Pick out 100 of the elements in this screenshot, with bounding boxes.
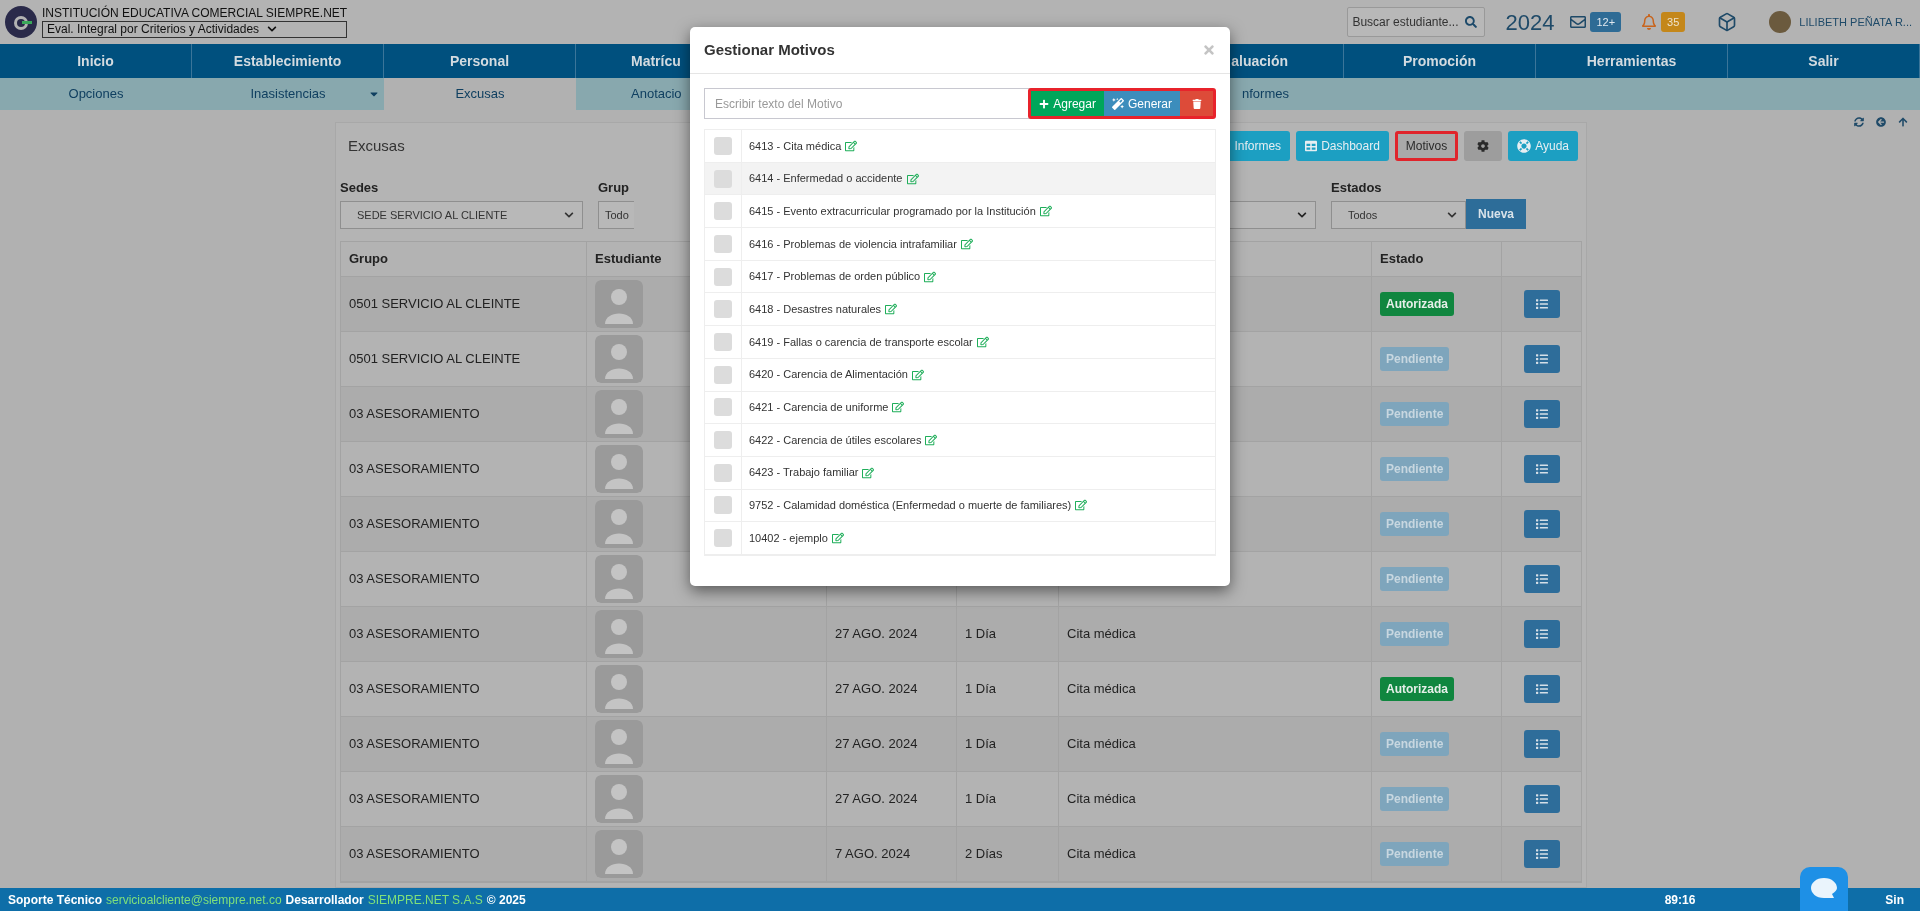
checkbox[interactable]: [714, 365, 732, 384]
table-cell-text: Cita médica: [1067, 680, 1136, 699]
motive-row[interactable]: 6416 - Problemas de violencia intrafamiliar: [705, 228, 1215, 261]
details-button[interactable]: [1523, 565, 1560, 593]
checkbox[interactable]: [714, 431, 732, 450]
checkbox[interactable]: [714, 398, 732, 417]
status-label: Pendiente: [1380, 842, 1450, 866]
checkbox[interactable]: [714, 332, 732, 351]
motive-row[interactable]: 6420 - Carencia de Alimentación: [705, 358, 1215, 392]
table-cell-text: 0501 SERVICIO AL CLEINTE: [349, 295, 521, 314]
close-icon[interactable]: [1202, 43, 1216, 57]
add-button[interactable]: Agregar: [1031, 91, 1104, 116]
chat-button[interactable]: [1800, 867, 1848, 911]
edit-icon[interactable]: [1039, 205, 1052, 218]
status-label: Autorizada: [1380, 677, 1454, 701]
column-header: Grupo: [349, 250, 388, 269]
new-button[interactable]: Nueva: [1466, 199, 1527, 229]
search-icon[interactable]: [1465, 16, 1478, 28]
edit-icon[interactable]: [906, 172, 919, 185]
edit-icon[interactable]: [960, 237, 973, 250]
filter-label: Sedes: [340, 178, 380, 197]
delete-button[interactable]: [1180, 91, 1213, 116]
toolbar-button[interactable]: Motivos: [1394, 131, 1459, 161]
chevron-icon: [1297, 210, 1307, 220]
checkbox[interactable]: [714, 136, 732, 155]
table-cell-text: 03 ASESORAMIENTO: [349, 735, 480, 754]
checkbox[interactable]: [714, 529, 732, 548]
trash-icon: [1191, 98, 1202, 109]
motive-row[interactable]: 6415 - Evento extracurricular programado por la Institución: [705, 195, 1215, 229]
motive-label: 6416 - Problemas de violencia intrafamiliar: [749, 236, 957, 252]
details-button[interactable]: [1523, 785, 1560, 813]
developer-link[interactable]: SIEMPRE.NET S.A.S: [367, 890, 483, 909]
avatar-placeholder-icon: [595, 555, 643, 603]
avatar-placeholder-icon: [595, 775, 643, 823]
checkbox[interactable]: [714, 463, 732, 482]
checkbox[interactable]: [714, 496, 732, 515]
settings-button[interactable]: [1464, 131, 1503, 161]
details-button[interactable]: [1523, 455, 1560, 483]
search-field[interactable]: Buscar estudiante...: [1347, 7, 1486, 37]
edit-icon[interactable]: [885, 303, 898, 316]
edit-icon[interactable]: [924, 270, 937, 283]
details-button[interactable]: [1523, 400, 1560, 428]
edit-icon[interactable]: [862, 466, 875, 479]
motive-row[interactable]: 6413 - Cita médica: [705, 130, 1215, 163]
table-cell-text: 27 AGO. 2024: [835, 680, 918, 699]
checkbox[interactable]: [714, 234, 732, 253]
status-label: Pendiente: [1380, 512, 1450, 536]
edit-icon[interactable]: [925, 434, 938, 447]
edit-icon[interactable]: [892, 401, 905, 414]
support-email-link[interactable]: servicioalcliente@siempre.net.co: [106, 890, 282, 909]
status-select[interactable]: Todos: [1331, 201, 1466, 229]
mail-icon[interactable]: [1570, 14, 1587, 30]
refresh-icon[interactable]: [1854, 117, 1864, 127]
details-button[interactable]: [1523, 290, 1560, 318]
motive-row[interactable]: 6421 - Carencia de uniforme: [705, 391, 1215, 425]
motive-row[interactable]: 10402 - ejemplo: [705, 522, 1215, 555]
motive-row[interactable]: 6422 - Carencia de útiles escolares: [705, 424, 1215, 457]
motive-row[interactable]: 9752 - Calamidad doméstica (Enfermedad o muerte de familiares): [705, 489, 1215, 523]
motive-row[interactable]: 6419 - Fallas o carencia de transporte escolar: [705, 326, 1215, 359]
status-label: Pendiente: [1380, 567, 1450, 591]
checkbox[interactable]: [714, 202, 732, 221]
subnav-tab[interactable]: Excusas: [384, 78, 576, 110]
details-button[interactable]: [1523, 675, 1560, 703]
sede-select[interactable]: SEDE SERVICIO AL CLIENTE: [340, 201, 583, 229]
details-button[interactable]: [1523, 345, 1560, 373]
chat-bubble-icon: [1810, 877, 1838, 901]
motive-label: 6422 - Carencia de útiles escolares: [749, 432, 922, 448]
mode-select[interactable]: Eval. Integral por Criterios y Actividades: [42, 20, 348, 38]
edit-icon[interactable]: [912, 368, 924, 381]
details-button[interactable]: [1523, 840, 1560, 868]
table-cell-text: 0501 SERVICIO AL CLEINTE: [349, 350, 521, 369]
edit-icon[interactable]: [845, 139, 858, 152]
avatar-placeholder-icon: [595, 500, 643, 548]
generate-button[interactable]: Generar: [1103, 91, 1180, 116]
checkbox[interactable]: [714, 300, 732, 319]
motive-row[interactable]: 6417 - Problemas de orden público: [705, 260, 1215, 294]
details-button[interactable]: [1523, 510, 1560, 538]
motive-row[interactable]: 6414 - Enfermedad o accidente: [705, 162, 1215, 196]
user-name[interactable]: LILIBETH PEÑATA R...: [1799, 13, 1912, 31]
cube-icon[interactable]: [1717, 12, 1738, 32]
checkbox[interactable]: [714, 267, 732, 286]
bell-icon[interactable]: [1641, 14, 1658, 30]
avatar-placeholder-icon: [595, 280, 643, 328]
table-cell-text: 1 Día: [965, 680, 997, 699]
table-cell-text: 03 ASESORAMIENTO: [349, 680, 480, 699]
user-avatar[interactable]: [1769, 11, 1792, 33]
motive-label: 9752 - Calamidad doméstica (Enfermedad o muerte de familiares): [749, 498, 1072, 514]
motive-row[interactable]: 6418 - Desastres naturales: [705, 293, 1215, 327]
details-button[interactable]: [1523, 620, 1560, 648]
list-icon: [1535, 848, 1548, 860]
motive-row[interactable]: 6423 - Trabajo familiar: [705, 456, 1215, 490]
edit-icon[interactable]: [976, 335, 989, 348]
group-select[interactable]: Todo: [598, 201, 634, 229]
motive-input[interactable]: Escribir texto del Motivo: [704, 88, 1032, 119]
edit-icon[interactable]: [831, 532, 844, 545]
edit-icon[interactable]: [1075, 499, 1088, 512]
details-button[interactable]: [1523, 730, 1560, 758]
arrow-up-icon[interactable]: [1898, 117, 1908, 127]
filter-label: Estados: [1331, 178, 1383, 197]
back-icon[interactable]: [1876, 117, 1886, 127]
